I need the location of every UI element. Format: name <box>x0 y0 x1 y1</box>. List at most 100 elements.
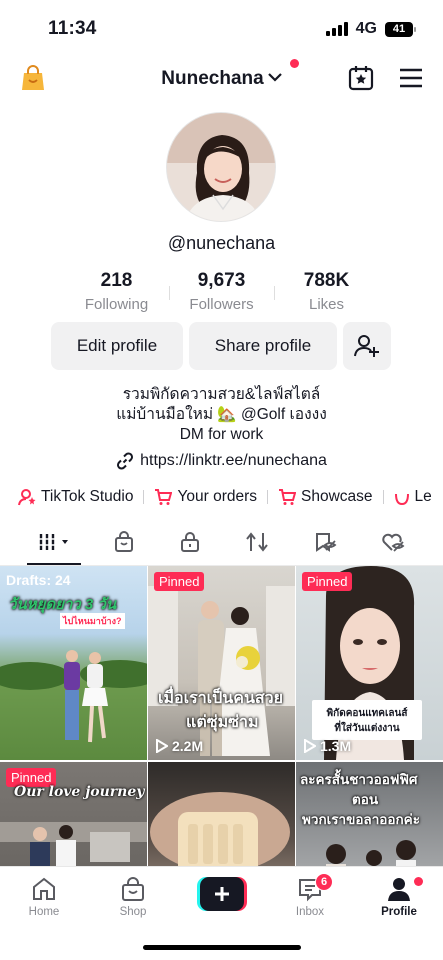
status-right: 4G 41 <box>325 20 416 38</box>
stat-following[interactable]: 218 Following <box>64 270 169 314</box>
shop-tab[interactable] <box>112 530 136 554</box>
pinned-badge: Pinned <box>154 572 205 591</box>
repost-icon <box>246 532 268 552</box>
stat-value: 788K <box>303 270 350 291</box>
stat-label: Likes <box>308 296 345 313</box>
profile-handle: @nunechana <box>167 233 276 253</box>
video-thumbnail <box>150 792 290 866</box>
bio-line: แม่บ้านมือใหม่ 🏡 @Golf เองงง <box>116 406 327 423</box>
nav-label: Home <box>28 906 60 918</box>
pinned-badge: Pinned <box>302 572 353 591</box>
link-text: https://linktr.ee/nunechana <box>140 452 327 469</box>
thumbnail-caption: ไปไหนมาบ้าง? <box>60 613 125 629</box>
bio-line: DM for work <box>179 426 264 443</box>
tiktok-studio-link[interactable]: TikTok Studio <box>18 488 133 506</box>
calendar-star-icon[interactable] <box>347 64 375 92</box>
notification-dot <box>290 59 299 68</box>
view-count: 2.2M <box>156 738 203 754</box>
link-icon <box>117 452 134 470</box>
video-tile[interactable] <box>148 762 295 866</box>
battery-icon: 41 <box>385 21 416 37</box>
share-profile-button[interactable]: Share profile <box>189 322 337 370</box>
view-count-value: 1.3M <box>320 738 352 754</box>
nav-home[interactable]: Home <box>9 875 79 918</box>
chevron-down-icon <box>267 66 282 88</box>
thumbnail-caption: ละครสั้นชาวออฟฟิศ <box>300 772 418 787</box>
stat-followers[interactable]: 9,673 Followers <box>169 270 274 314</box>
bag-icon <box>115 531 133 552</box>
quick-links-row: TikTok Studio Your orders Showcase Le <box>18 487 443 507</box>
video-grid: Drafts: 24 วันหยุดยาว 3 วัน ไปไหนมาบ้าง?… <box>0 566 443 866</box>
more-link[interactable]: Le <box>394 488 432 506</box>
thumbnail-caption: พวกเราขอลาออกค่ะ <box>302 812 420 827</box>
account-switcher[interactable]: Nunechana <box>0 66 443 90</box>
stat-label: Following <box>84 296 149 313</box>
divider <box>267 490 269 504</box>
draft-tile[interactable]: Drafts: 24 วันหยุดยาว 3 วัน ไปไหนมาบ้าง? <box>0 566 147 760</box>
thumbnail-caption: แต่ซุ่มซ่าม <box>186 714 259 731</box>
add-friend-button[interactable] <box>343 322 391 370</box>
smile-icon <box>394 493 409 506</box>
profile-bio: รวมพิกัดความสวย&ไลฟ์สไตล์ แม่บ้านมือใหม่… <box>0 385 443 445</box>
video-tile[interactable]: Pinned Our love journey <box>0 762 147 866</box>
view-count: 1.3M <box>304 738 351 754</box>
cart-icon <box>155 489 173 505</box>
heart-hidden-icon <box>382 533 405 552</box>
view-count-value: 2.2M <box>172 738 204 754</box>
create-button[interactable] <box>197 877 247 911</box>
play-icon <box>156 739 168 753</box>
stat-likes[interactable]: 788K Likes <box>274 270 379 314</box>
nav-inbox[interactable]: Inbox 6 <box>275 873 345 918</box>
cart-icon <box>279 489 297 505</box>
lock-icon <box>181 532 199 552</box>
avatar[interactable] <box>166 112 276 222</box>
video-tile[interactable]: Pinned พิกัดคอนแทคเลนส์ ที่ใส่วันแต่งงาน… <box>296 566 443 760</box>
quick-link-label: Your orders <box>177 488 258 505</box>
private-tab[interactable] <box>178 530 202 554</box>
videos-tab[interactable] <box>36 530 76 554</box>
quick-link-label: Le <box>414 488 432 505</box>
inbox-icon <box>275 875 345 903</box>
profile-stats: 218 Following 9,673 Followers 788K Likes <box>40 270 403 314</box>
status-time: 11:34 <box>48 18 97 39</box>
video-tile[interactable]: Pinned เมื่อเราเป็นคนสวย แต่ซุ่มซ่าม 2.2… <box>148 566 295 760</box>
caption-box: พิกัดคอนแทคเลนส์ ที่ใส่วันแต่งงาน <box>312 700 422 740</box>
signal-icon <box>325 22 348 36</box>
stat-value: 218 <box>100 270 133 291</box>
content-tabs <box>0 522 443 566</box>
home-indicator <box>143 945 301 950</box>
profile-actions: Edit profile Share profile <box>51 322 391 370</box>
quick-link-label: TikTok Studio <box>41 488 134 505</box>
status-bar: 11:34 4G 41 <box>0 0 443 56</box>
account-name: Nunechana <box>161 68 264 89</box>
nav-shop[interactable]: Shop <box>98 875 168 918</box>
profile-icon <box>364 875 434 903</box>
inbox-badge: 6 <box>315 873 333 891</box>
profile-link[interactable]: https://linktr.ee/nunechana <box>0 452 443 470</box>
showcase-link[interactable]: Showcase <box>278 488 373 506</box>
thumbnail-caption: เมื่อเราเป็นคนสวย <box>158 690 283 707</box>
thumbnail-caption: Our love journey <box>14 784 145 800</box>
your-orders-link[interactable]: Your orders <box>154 488 257 506</box>
shop-icon <box>98 875 168 903</box>
divider <box>143 490 145 504</box>
grid-icon <box>39 534 68 550</box>
edit-profile-button[interactable]: Edit profile <box>51 322 183 370</box>
reposts-tab[interactable] <box>244 530 270 554</box>
liked-tab[interactable] <box>380 530 406 554</box>
nav-label: Shop <box>119 906 147 918</box>
video-tile[interactable]: ละครสั้นชาวออฟฟิศ ตอน พวกเราขอลาออกค่ะ <box>296 762 443 866</box>
nav-profile[interactable]: Profile <box>364 875 434 918</box>
thumbnail-caption: พิกัดคอนแทคเลนส์ <box>326 708 408 719</box>
stat-label: Followers <box>189 296 254 313</box>
nav-label: Inbox <box>295 906 325 918</box>
network-type: 4G <box>355 20 377 37</box>
hamburger-menu-icon[interactable] <box>399 68 423 88</box>
favorites-tab[interactable] <box>312 530 338 554</box>
nav-label: Profile <box>381 906 417 918</box>
divider <box>382 490 384 504</box>
play-icon <box>304 739 316 753</box>
bio-line: รวมพิกัดความสวย&ไลฟ์สไตล์ <box>122 386 321 403</box>
thumbnail-caption: ที่ใส่วันแต่งงาน <box>334 723 400 734</box>
home-icon <box>9 875 79 903</box>
